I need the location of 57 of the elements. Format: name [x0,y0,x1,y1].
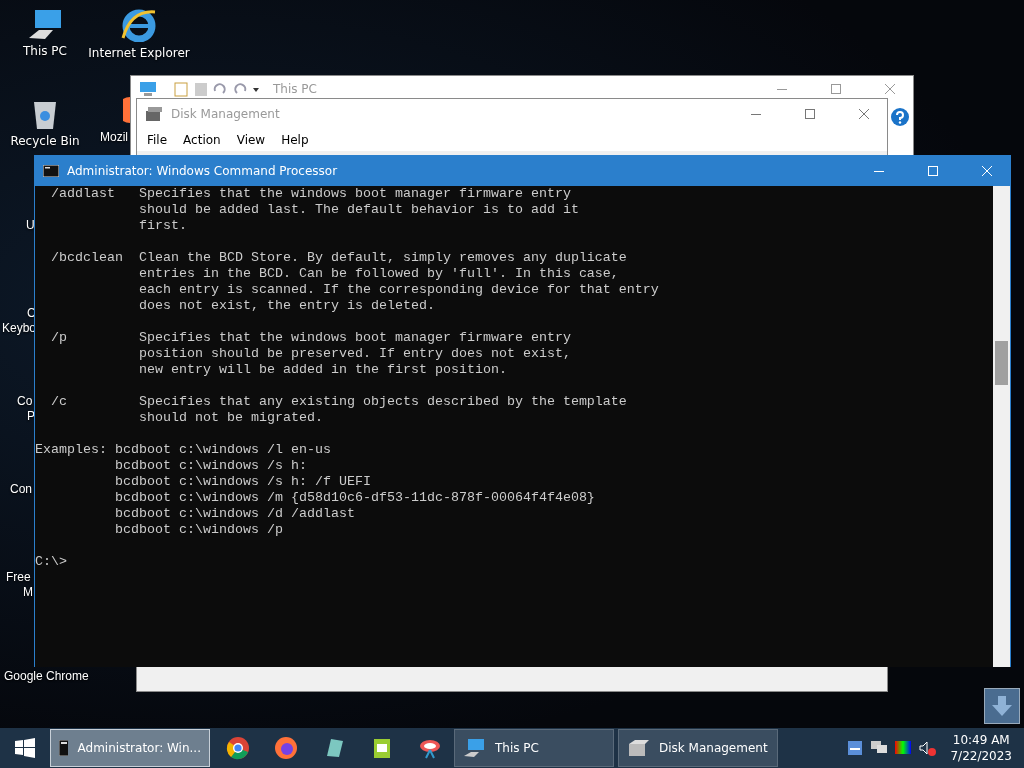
muted-speaker-icon[interactable] [918,739,937,757]
console-line: should not be migrated. [137,410,324,426]
close-icon [859,109,869,119]
fox-icon [123,97,130,123]
help-icon[interactable] [891,108,909,126]
browser-icon[interactable] [226,736,250,760]
close-icon [982,166,992,176]
console-line: new entry will be added in the first position. [137,362,508,378]
console-line: entries in the BCD. Can be followed by 'full'. In this case, [137,266,620,282]
taskbar-button[interactable]: Disk Management [618,729,778,767]
console-line: each entry is scanned. If the corresponding device for that entry [137,282,660,298]
clock-date[interactable]: 7/22/2023 [950,748,1012,764]
terminal-icon [43,165,59,177]
console-line: does not exist, the entry is deleted. [137,298,436,314]
desktop-icon-label: M [23,585,33,599]
desktop-icon-label[interactable]: Recycle Bin [10,134,80,148]
color-icon[interactable] [894,739,913,757]
menu-item[interactable]: View [230,131,272,149]
desktop-icon-label[interactable]: This PC [23,44,67,58]
close-icon [885,84,895,94]
console-line: should be added last. The default behavior is to add it [137,202,580,218]
browser-icon [121,8,157,42]
taskbar-button[interactable]: Administrator: Win... [50,729,210,767]
minimize-icon [777,88,787,90]
minimize-icon [751,113,761,115]
desktop-icon-label: Google Chrome [4,669,89,683]
desktop-icon-label: U [26,218,35,232]
terminal-icon [59,740,68,756]
menu-item[interactable]: Action [177,131,227,149]
desktop-icon-label: Mozil [100,130,128,144]
maximize-icon [831,84,841,94]
desktop-icon-label[interactable]: Internet Explorer [88,46,190,60]
console-line: position should be preserved. If entry does not exist, [137,346,572,362]
desktop-icon-label: Con [10,482,32,496]
drive-icon [145,106,163,122]
fox-icon[interactable] [274,736,298,760]
desktop-icon-label: P [27,409,35,423]
maximize-icon [805,109,815,119]
desktop-icon-label: Free [6,570,31,584]
minimize-icon [874,170,884,172]
scrollbar[interactable] [993,186,1010,667]
taskbar-button[interactable]: This PC [454,729,614,767]
network-icon[interactable] [846,739,865,757]
console-line: C:\> [35,554,68,570]
console-line: first. [137,218,188,234]
computer-icon [463,738,485,758]
clock-time[interactable]: 10:49 AM [952,732,1010,748]
download-icon[interactable] [984,688,1020,724]
menu-item[interactable]: Help [275,131,315,149]
drive-icon [627,738,649,758]
desktop-icon-label: Co [17,394,33,408]
console-window: Administrator: Windows Command Processor /addlast Specifies that the windows boot manager firmware entry should be added last. The default behavior is to add it first. /bcdclean Clean the BCD Store. By default, simply removes any duplicate entries in the BCD. Can be followed by 'full'. In this case, each entry is scanned. If the corresponding device for that entry does not exist, the entry is deleted. /p Specifies that the windows boot manager firmware entry position should be preserved. If entry does not exist, new entry will be added in the first position. /c Specifies that any existing objects described by the template should not be migrated. Examples: bcdboot c:\windows /l en-us bcdboot c:\windows /s h: bcdboot c:\windows /s h: /f UEFI bcdboot c:\windows /m {d58d10c6-df53-11dc-878f-00064f4f4e08} bcdboot c:\windows /d /addlast bcdboot c:\windows /p C:\> [34,155,1011,667]
computer-icon [27,8,63,40]
windows-icon [15,738,35,758]
maximize-icon [928,166,938,176]
computer-icon [139,81,157,97]
menu-item[interactable]: File [141,131,174,149]
